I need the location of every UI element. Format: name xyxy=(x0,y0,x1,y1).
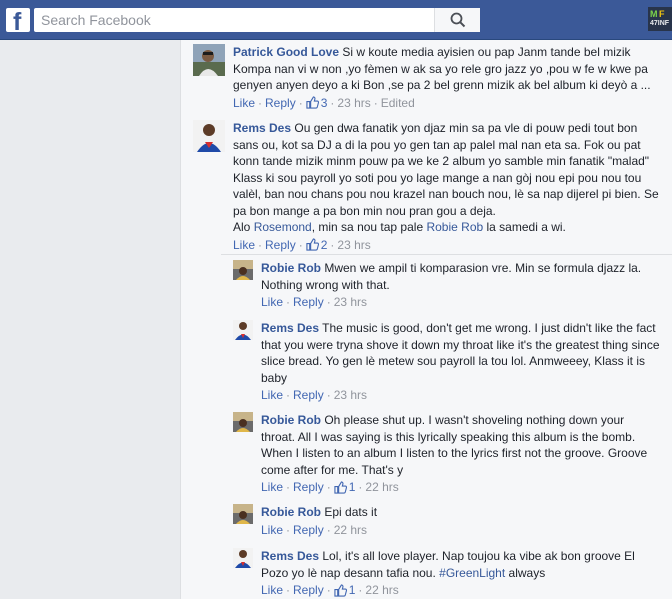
mention-link[interactable]: Rosemond xyxy=(254,220,312,234)
top-bar: f M F 47INF xyxy=(0,0,672,40)
comment-actions: Like · Reply · 2 · 23 hrs xyxy=(233,237,371,254)
person-photo-icon xyxy=(233,260,253,280)
reply-link[interactable]: Reply xyxy=(265,95,296,112)
avatar[interactable] xyxy=(233,320,253,340)
like-link[interactable]: Like xyxy=(233,237,255,254)
person-photo-icon xyxy=(193,44,225,76)
comment-actions: Like · Reply · 23 hrs xyxy=(261,387,368,404)
search-icon xyxy=(450,12,465,28)
comment-author[interactable]: Robie Rob xyxy=(261,261,321,275)
comment-author[interactable]: Robie Rob xyxy=(261,505,321,519)
avatar[interactable] xyxy=(193,44,225,76)
mention-link[interactable]: Robie Rob xyxy=(426,220,483,234)
timestamp[interactable]: 22 hrs xyxy=(365,582,398,599)
timestamp[interactable]: 22 hrs xyxy=(365,479,398,496)
thumbs-up-icon xyxy=(306,96,319,109)
comment-author[interactable]: Robie Rob xyxy=(261,413,321,427)
reply-thread-border xyxy=(221,254,672,255)
left-rail xyxy=(0,40,180,599)
person-photo-icon xyxy=(233,548,253,568)
account-avatar[interactable]: M F 47INF xyxy=(648,7,672,31)
comment-actions: Like · Reply · 23 hrs xyxy=(261,294,368,311)
comment-text: Ou gen dwa fanatik yon djaz min sa pa vl… xyxy=(233,121,659,218)
reply-link[interactable]: Reply xyxy=(265,237,296,254)
comment-actions: Like · Reply · 22 hrs xyxy=(261,522,368,539)
person-photo-icon xyxy=(233,320,253,340)
reply-link[interactable]: Reply xyxy=(293,479,324,496)
comment-text: The music is good, don't get me wrong. I… xyxy=(261,321,660,385)
comment-author[interactable]: Patrick Good Love xyxy=(233,45,339,59)
person-photo-icon xyxy=(193,120,225,152)
person-photo-icon xyxy=(233,412,253,432)
comment-actions: Like · Reply · 1 · 22 hrs xyxy=(261,479,399,496)
avatar[interactable] xyxy=(193,120,225,152)
like-count[interactable]: 2 xyxy=(306,237,327,254)
avatar[interactable] xyxy=(233,412,253,432)
comment-actions: Like · Reply · 3 · 23 hrs · Edited xyxy=(233,95,415,112)
timestamp[interactable]: 23 hrs xyxy=(337,95,370,112)
thumbs-up-icon xyxy=(334,481,347,494)
comments-panel: Patrick Good Love Si w koute media ayisi… xyxy=(180,40,672,599)
timestamp[interactable]: 22 hrs xyxy=(334,522,367,539)
like-link[interactable]: Like xyxy=(261,479,283,496)
reply-link[interactable]: Reply xyxy=(293,522,324,539)
avatar[interactable] xyxy=(233,504,253,524)
thumbs-up-icon xyxy=(306,238,319,251)
comment-author[interactable]: Rems Des xyxy=(261,321,319,335)
search-box xyxy=(34,8,480,32)
person-photo-icon xyxy=(233,504,253,524)
like-link[interactable]: Like xyxy=(261,294,283,311)
like-count[interactable]: 1 xyxy=(334,582,355,599)
timestamp[interactable]: 23 hrs xyxy=(334,387,367,404)
timestamp[interactable]: 23 hrs xyxy=(334,294,367,311)
like-count[interactable]: 1 xyxy=(334,479,355,496)
like-count[interactable]: 3 xyxy=(306,95,327,112)
comment-author[interactable]: Rems Des xyxy=(261,549,319,563)
comment-actions: Like · Reply · 1 · 22 hrs xyxy=(261,582,399,599)
like-link[interactable]: Like xyxy=(261,522,283,539)
like-link[interactable]: Like xyxy=(233,95,255,112)
search-button[interactable] xyxy=(434,8,480,32)
thumbs-up-icon xyxy=(334,584,347,597)
comment-mentions-line: Alo Rosemond, min sa nou tap pale Robie … xyxy=(233,220,566,234)
like-link[interactable]: Like xyxy=(261,387,283,404)
avatar[interactable] xyxy=(233,548,253,568)
hashtag-link[interactable]: #GreenLight xyxy=(439,566,505,580)
reply-link[interactable]: Reply xyxy=(293,582,324,599)
timestamp[interactable]: 23 hrs xyxy=(337,237,370,254)
search-input[interactable] xyxy=(34,8,434,32)
comment-author[interactable]: Rems Des xyxy=(233,121,291,135)
avatar[interactable] xyxy=(233,260,253,280)
reply-link[interactable]: Reply xyxy=(293,294,324,311)
comment-text: Epi dats it xyxy=(324,505,378,519)
facebook-logo-icon[interactable]: f xyxy=(6,8,30,35)
like-link[interactable]: Like xyxy=(261,582,283,599)
reply-link[interactable]: Reply xyxy=(293,387,324,404)
edited-label[interactable]: Edited xyxy=(381,95,415,112)
